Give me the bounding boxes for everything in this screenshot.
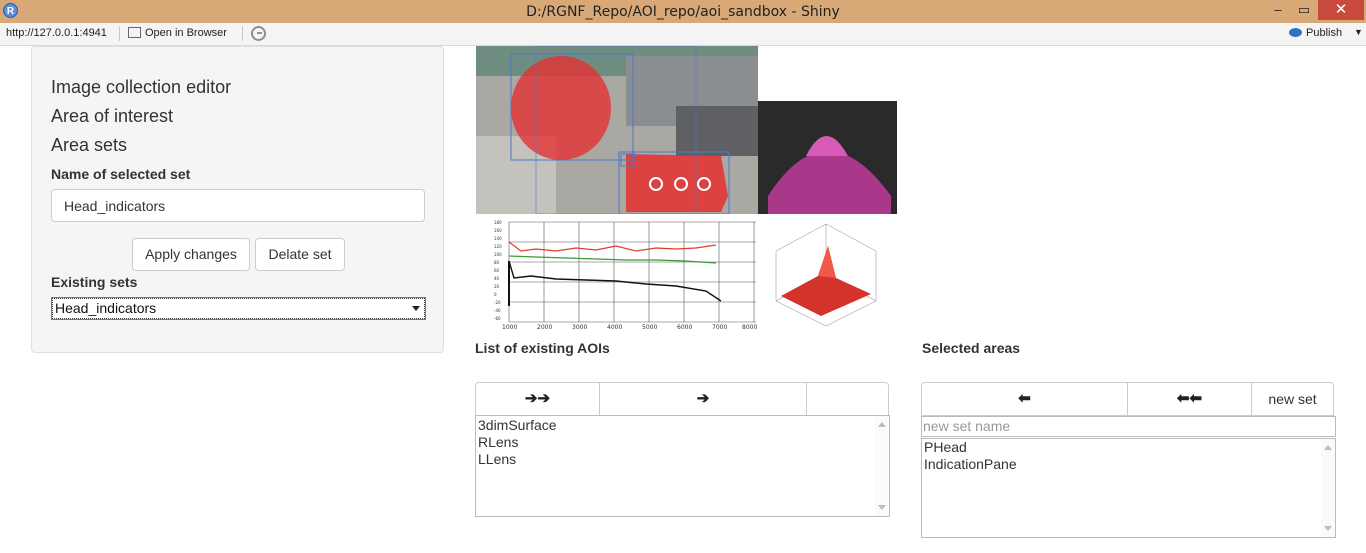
y-tick: -20 bbox=[494, 300, 501, 305]
new-set-button[interactable]: new set bbox=[1252, 383, 1333, 415]
window-titlebar: R D:/RGNF_Repo/AOI_repo/aoi_sandbox - Sh… bbox=[0, 0, 1366, 23]
y-tick: 40 bbox=[494, 276, 500, 281]
link-area-sets[interactable]: Area sets bbox=[51, 135, 127, 156]
scroll-up-icon[interactable] bbox=[1324, 445, 1332, 450]
minimize-button[interactable]: – bbox=[1264, 0, 1292, 20]
list-item[interactable]: LLens bbox=[476, 451, 889, 468]
cockpit-console bbox=[676, 106, 758, 156]
publish-label: Publish bbox=[1306, 27, 1343, 39]
list-item[interactable]: PHead bbox=[922, 439, 1335, 456]
publish-dropdown-icon[interactable]: ▼ bbox=[1354, 27, 1363, 37]
apply-changes-button[interactable]: Apply changes bbox=[132, 238, 250, 271]
remove-selected-button[interactable]: ⬅ bbox=[922, 383, 1128, 415]
add-selected-button[interactable]: ➔ bbox=[600, 383, 807, 415]
double-right-arrow-icon: ➔➔ bbox=[524, 390, 551, 407]
aoi-list-title: List of existing AOIs bbox=[475, 340, 610, 356]
sidebar-panel: Image collection editor Area of interest… bbox=[31, 46, 444, 353]
x-tick: 7000 bbox=[712, 324, 727, 331]
add-all-button[interactable]: ➔➔ bbox=[476, 383, 600, 415]
open-browser-icon bbox=[128, 27, 141, 38]
aoi-list-extra-button[interactable] bbox=[807, 383, 888, 415]
y-tick: 120 bbox=[494, 244, 502, 249]
x-tick: 3000 bbox=[572, 324, 587, 331]
viewer-toolbar: http://127.0.0.1:4941 Open in Browser Pu… bbox=[0, 23, 1366, 46]
image-collage: 1000 2000 3000 4000 5000 6000 7000 8000 … bbox=[476, 46, 897, 336]
link-area-of-interest[interactable]: Area of interest bbox=[51, 106, 173, 127]
aoi-listbox[interactable]: 3dimSurface RLens LLens bbox=[475, 415, 890, 517]
publish-icon bbox=[1289, 28, 1302, 37]
x-tick: 4000 bbox=[607, 324, 622, 331]
x-tick: 6000 bbox=[677, 324, 692, 331]
x-tick: 8000 bbox=[742, 324, 757, 331]
left-arrow-icon: ⬅ bbox=[1018, 390, 1031, 407]
aoi-head-ellipse[interactable] bbox=[511, 56, 611, 160]
selected-areas-scrollbar[interactable] bbox=[1321, 439, 1335, 537]
x-tick: 2000 bbox=[537, 324, 552, 331]
list-item[interactable]: 3dimSurface bbox=[476, 417, 889, 434]
selected-areas-title: Selected areas bbox=[922, 340, 1021, 356]
dropdown-arrow-icon bbox=[412, 306, 420, 311]
window-title: D:/RGNF_Repo/AOI_repo/aoi_sandbox - Shin… bbox=[526, 4, 840, 20]
toolbar-separator bbox=[119, 26, 120, 41]
set-name-label: Name of selected set bbox=[51, 166, 191, 182]
y-tick: 140 bbox=[494, 236, 502, 241]
aoi-indication-pane[interactable] bbox=[626, 154, 728, 212]
restore-button[interactable]: ▭ bbox=[1290, 0, 1318, 20]
remove-all-button[interactable]: ⬅⬅ bbox=[1128, 383, 1252, 415]
y-tick: -40 bbox=[494, 308, 501, 313]
line-plot-bg bbox=[476, 214, 758, 336]
y-tick: 80 bbox=[494, 260, 500, 265]
y-tick: -60 bbox=[494, 316, 501, 321]
y-tick: 160 bbox=[494, 228, 502, 233]
scroll-up-icon[interactable] bbox=[878, 422, 886, 427]
delete-set-button[interactable]: Delate set bbox=[255, 238, 345, 271]
open-in-browser-label: Open in Browser bbox=[145, 27, 227, 39]
refresh-icon[interactable] bbox=[251, 26, 266, 41]
aoi-list-button-bar: ➔➔ ➔ bbox=[475, 382, 889, 416]
list-item[interactable]: IndicationPane bbox=[922, 456, 1335, 473]
existing-sets-selected-value: Head_indicators bbox=[55, 300, 157, 316]
selected-areas-button-bar: ⬅ ⬅⬅ new set bbox=[921, 382, 1334, 416]
scroll-down-icon[interactable] bbox=[1324, 526, 1332, 531]
close-button[interactable]: ✕ bbox=[1318, 0, 1364, 20]
y-tick: 60 bbox=[494, 268, 500, 273]
toolbar-separator bbox=[242, 26, 243, 41]
right-arrow-icon: ➔ bbox=[696, 390, 710, 407]
selected-areas-listbox[interactable]: PHead IndicationPane bbox=[921, 438, 1336, 538]
open-in-browser-button[interactable]: Open in Browser bbox=[128, 27, 227, 39]
list-item[interactable]: RLens bbox=[476, 434, 889, 451]
y-tick: 20 bbox=[494, 284, 500, 289]
new-set-name-input[interactable]: new set name bbox=[921, 416, 1336, 437]
link-image-collection-editor[interactable]: Image collection editor bbox=[51, 77, 231, 98]
set-name-input[interactable]: Head_indicators bbox=[51, 189, 425, 222]
collage-svg: 1000 2000 3000 4000 5000 6000 7000 8000 … bbox=[476, 46, 897, 336]
double-left-arrow-icon: ⬅⬅ bbox=[1176, 390, 1203, 407]
url-label: http://127.0.0.1:4941 bbox=[6, 27, 107, 39]
publish-button[interactable]: Publish bbox=[1289, 27, 1342, 39]
new-set-label: new set bbox=[1268, 391, 1317, 407]
x-tick: 5000 bbox=[642, 324, 657, 331]
y-tick: 180 bbox=[494, 220, 502, 225]
y-tick: 100 bbox=[494, 252, 502, 257]
existing-sets-select[interactable]: Head_indicators bbox=[51, 297, 426, 320]
x-tick: 1000 bbox=[502, 324, 517, 331]
scroll-down-icon[interactable] bbox=[878, 505, 886, 510]
aoi-list-scrollbar[interactable] bbox=[875, 416, 889, 516]
existing-sets-label: Existing sets bbox=[51, 274, 138, 290]
